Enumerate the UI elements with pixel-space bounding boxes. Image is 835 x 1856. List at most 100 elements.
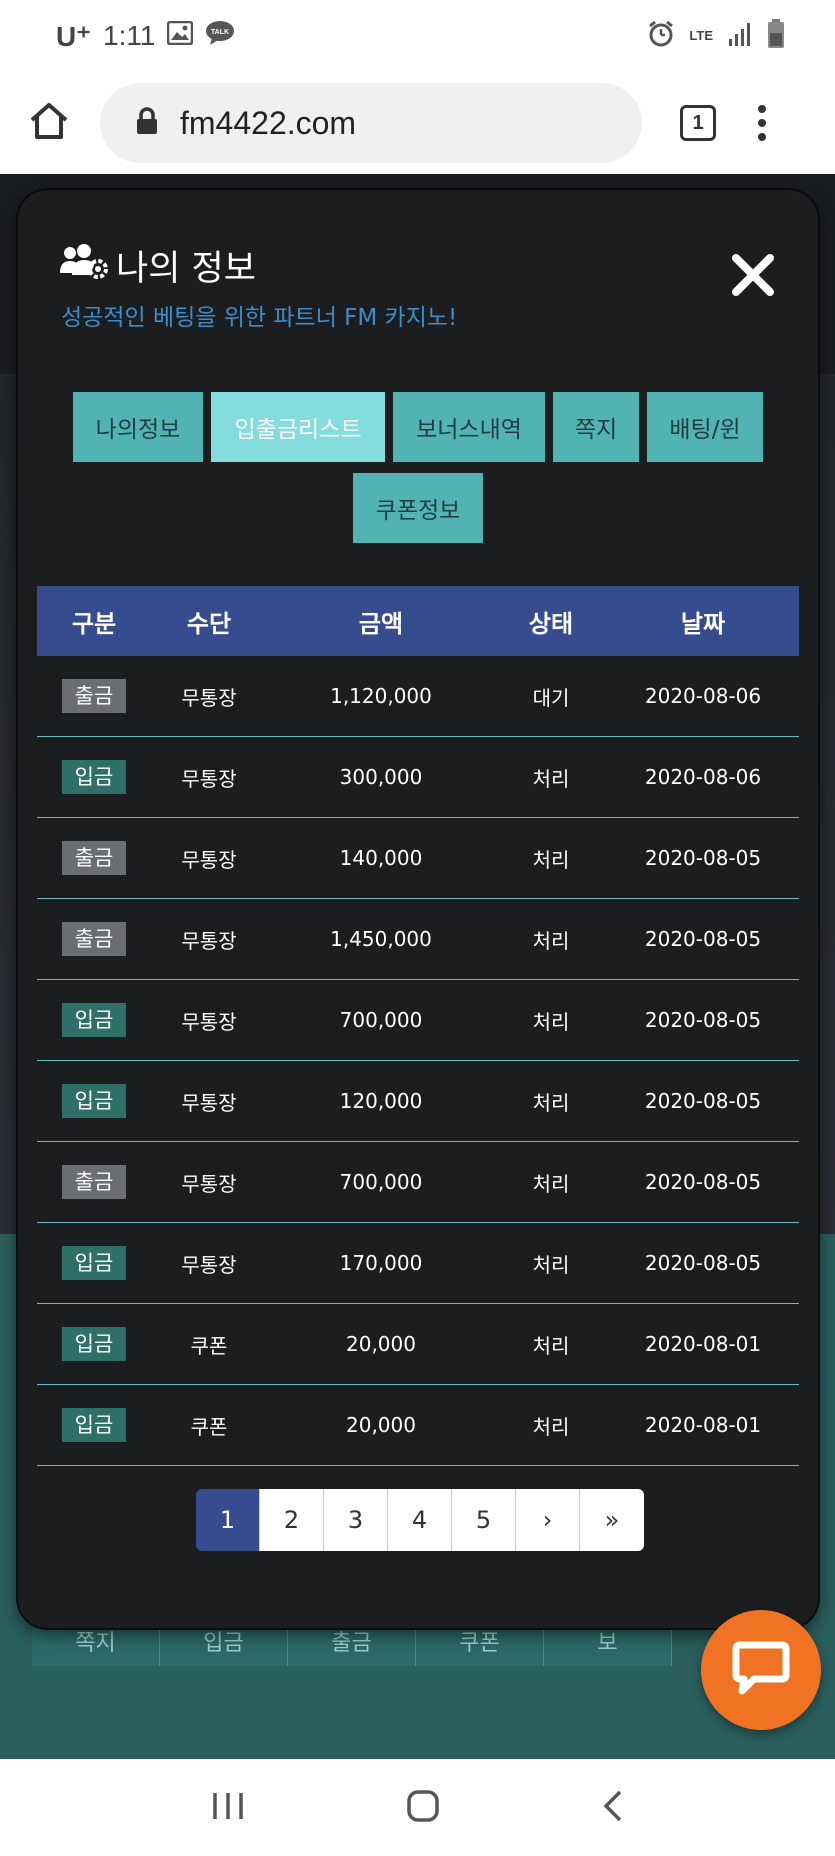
table-body: 출금 무통장 1,120,000 대기 2020-08-06 입금 무통장 300,000 처리… <box>37 656 799 1466</box>
header-method: 수단 <box>186 609 232 638</box>
tab-bonus-history[interactable]: 보너스내역 <box>393 392 545 462</box>
table-row: 출금 무통장 700,000 처리 2020-08-05 <box>37 1142 799 1223</box>
tab-betting-win[interactable]: 배팅/윈 <box>647 392 763 462</box>
table-row: 출금 무통장 1,450,000 처리 2020-08-05 <box>37 899 799 980</box>
url-text: fm4422.com <box>180 104 357 141</box>
type-cell: 입금 <box>37 1003 151 1037</box>
method-cell: 무통장 <box>181 1009 237 1034</box>
page-button-2[interactable]: 2 <box>260 1489 324 1551</box>
date-cell: 2020-08-05 <box>644 927 762 951</box>
table-row: 출금 무통장 1,120,000 대기 2020-08-06 <box>37 656 799 737</box>
svg-text:TALK: TALK <box>211 29 229 36</box>
type-badge: 입금 <box>62 1327 126 1361</box>
status-cell: 대기 <box>532 685 570 710</box>
table-header: 구분 수단 금액 상태 날짜 <box>37 586 799 656</box>
type-cell: 입금 <box>37 1408 151 1442</box>
table-row: 출금 무통장 140,000 처리 2020-08-05 <box>37 818 799 899</box>
chat-icon <box>732 1641 790 1699</box>
type-cell: 출금 <box>37 1165 151 1199</box>
method-cell: 무통장 <box>181 1171 237 1196</box>
tab-row-2: 쿠폰정보 <box>18 473 818 543</box>
status-cell: 처리 <box>532 1252 570 1277</box>
type-cell: 입금 <box>37 760 151 794</box>
pagination: 1 2 3 4 5 › » <box>196 1489 644 1551</box>
page-button-4[interactable]: 4 <box>388 1489 452 1551</box>
date-cell: 2020-08-01 <box>644 1413 762 1437</box>
amount-cell: 140,000 <box>339 846 423 870</box>
home-nav-icon[interactable] <box>406 1789 440 1827</box>
page-button-1[interactable]: 1 <box>196 1489 260 1551</box>
network-label: LTE <box>689 28 713 43</box>
tab-switcher-button[interactable]: 1 <box>680 105 716 141</box>
signal-icon <box>727 21 753 51</box>
amount-cell: 170,000 <box>339 1251 423 1275</box>
date-cell: 2020-08-01 <box>644 1332 762 1356</box>
status-cell: 처리 <box>532 1333 570 1358</box>
status-cell: 처리 <box>532 928 570 953</box>
alarm-icon <box>647 20 675 52</box>
method-cell: 쿠폰 <box>190 1414 228 1439</box>
lock-icon <box>136 107 158 139</box>
type-cell: 출금 <box>37 679 151 713</box>
type-badge: 입금 <box>62 1246 126 1280</box>
type-badge: 입금 <box>62 1408 126 1442</box>
more-icon[interactable] <box>758 105 766 141</box>
header-type: 구분 <box>71 609 117 638</box>
image-icon <box>167 20 194 52</box>
type-badge: 입금 <box>62 760 126 794</box>
type-badge: 출금 <box>62 922 126 956</box>
back-icon[interactable] <box>602 1789 624 1827</box>
amount-cell: 1,120,000 <box>330 684 432 708</box>
type-badge: 입금 <box>62 1084 126 1118</box>
home-icon[interactable] <box>28 100 70 146</box>
type-badge: 출금 <box>62 679 126 713</box>
table-row: 입금 무통장 170,000 처리 2020-08-05 <box>37 1223 799 1304</box>
status-cell: 처리 <box>532 766 570 791</box>
date-cell: 2020-08-06 <box>644 765 762 789</box>
last-page-button[interactable]: » <box>580 1489 644 1551</box>
carrier-label: U⁺ <box>56 20 91 52</box>
status-cell: 처리 <box>532 1171 570 1196</box>
amount-cell: 1,450,000 <box>330 927 432 951</box>
date-cell: 2020-08-05 <box>644 1251 762 1275</box>
type-cell: 입금 <box>37 1327 151 1361</box>
address-bar[interactable]: fm4422.com <box>100 83 642 163</box>
talk-icon: TALK <box>205 20 235 53</box>
type-cell: 출금 <box>37 841 151 875</box>
transaction-table: 구분 수단 금액 상태 날짜 출금 무통장 1,120,000 대기 2020-08-0… <box>37 586 799 1466</box>
table-row: 입금 무통장 700,000 처리 2020-08-05 <box>37 980 799 1061</box>
header-amount: 금액 <box>358 609 404 638</box>
tab-row: 나의정보 입출금리스트 보너스내역 쪽지 배팅/윈 <box>18 392 818 462</box>
type-cell: 입금 <box>37 1084 151 1118</box>
amount-cell: 120,000 <box>339 1089 423 1113</box>
table-row: 입금 쿠폰 20,000 처리 2020-08-01 <box>37 1385 799 1466</box>
table-row: 입금 쿠폰 20,000 처리 2020-08-01 <box>37 1304 799 1385</box>
status-cell: 처리 <box>532 1414 570 1439</box>
tab-my-info[interactable]: 나의정보 <box>73 392 203 462</box>
method-cell: 무통장 <box>181 1252 237 1277</box>
tab-deposit-withdraw-list[interactable]: 입출금리스트 <box>211 392 385 462</box>
users-gear-icon <box>60 243 108 288</box>
chat-button[interactable] <box>701 1610 821 1730</box>
page-button-5[interactable]: 5 <box>452 1489 516 1551</box>
method-cell: 무통장 <box>181 766 237 791</box>
modal-header: 나의 정보 <box>60 240 256 291</box>
type-cell: 출금 <box>37 922 151 956</box>
modal-subtitle: 성공적인 베팅을 위한 파트너 FM 카지노! <box>61 305 458 331</box>
next-page-button[interactable]: › <box>516 1489 580 1551</box>
date-cell: 2020-08-05 <box>644 1170 762 1194</box>
browser-toolbar: fm4422.com 1 <box>0 72 835 174</box>
page-button-3[interactable]: 3 <box>324 1489 388 1551</box>
date-cell: 2020-08-05 <box>644 846 762 870</box>
close-icon[interactable] <box>730 252 776 298</box>
tab-messages[interactable]: 쪽지 <box>553 392 639 462</box>
tab-coupon-info[interactable]: 쿠폰정보 <box>353 473 483 543</box>
status-bar: U⁺ 1:11 TALK LTE <box>0 0 835 72</box>
table-row: 입금 무통장 120,000 처리 2020-08-05 <box>37 1061 799 1142</box>
modal-title: 나의 정보 <box>116 249 256 289</box>
recents-icon[interactable] <box>211 1791 245 1825</box>
method-cell: 무통장 <box>181 685 237 710</box>
amount-cell: 300,000 <box>339 765 423 789</box>
type-badge: 출금 <box>62 1165 126 1199</box>
battery-icon <box>767 19 785 53</box>
